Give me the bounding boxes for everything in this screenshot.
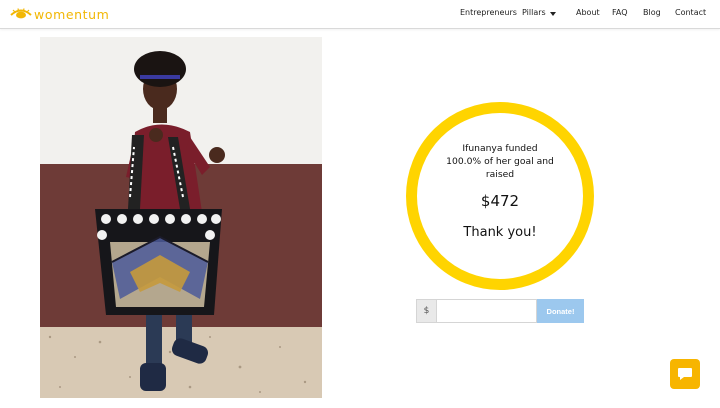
- funding-progress-ring: Ifunanya funded 100.0% of her goal and r…: [406, 102, 594, 290]
- thank-you-text: Thank you!: [463, 225, 537, 240]
- entrepreneur-photo: [40, 37, 322, 398]
- nav-about[interactable]: About: [576, 8, 600, 17]
- funded-text-line-3: raised: [485, 169, 515, 180]
- amount-raised: $472: [480, 192, 520, 210]
- funded-text-line-2: 100.0% of her goal and: [446, 156, 554, 167]
- top-navbar: womentum Entrepreneurs Pillars About FAQ…: [0, 0, 720, 29]
- eye-logo-icon: [10, 8, 32, 19]
- nav-contact[interactable]: Contact: [675, 8, 706, 17]
- brand-name: womentum: [34, 6, 110, 22]
- nav-pillars[interactable]: Pillars: [522, 8, 546, 17]
- nav-faq[interactable]: FAQ: [612, 8, 628, 17]
- nav-blog[interactable]: Blog: [643, 8, 661, 17]
- caret-down-icon[interactable]: [550, 12, 556, 16]
- funded-text-line-1: Ifunanya funded: [462, 143, 538, 154]
- currency-symbol: $: [416, 299, 436, 323]
- donate-form: $ Donate!: [416, 299, 584, 323]
- chat-button[interactable]: [670, 359, 700, 389]
- nav-entrepreneurs[interactable]: Entrepreneurs: [460, 8, 517, 17]
- brand-logo[interactable]: womentum: [10, 6, 109, 22]
- chat-bubble-icon: [678, 368, 692, 380]
- donation-amount-input[interactable]: [436, 299, 537, 323]
- donate-button[interactable]: Donate!: [537, 299, 584, 323]
